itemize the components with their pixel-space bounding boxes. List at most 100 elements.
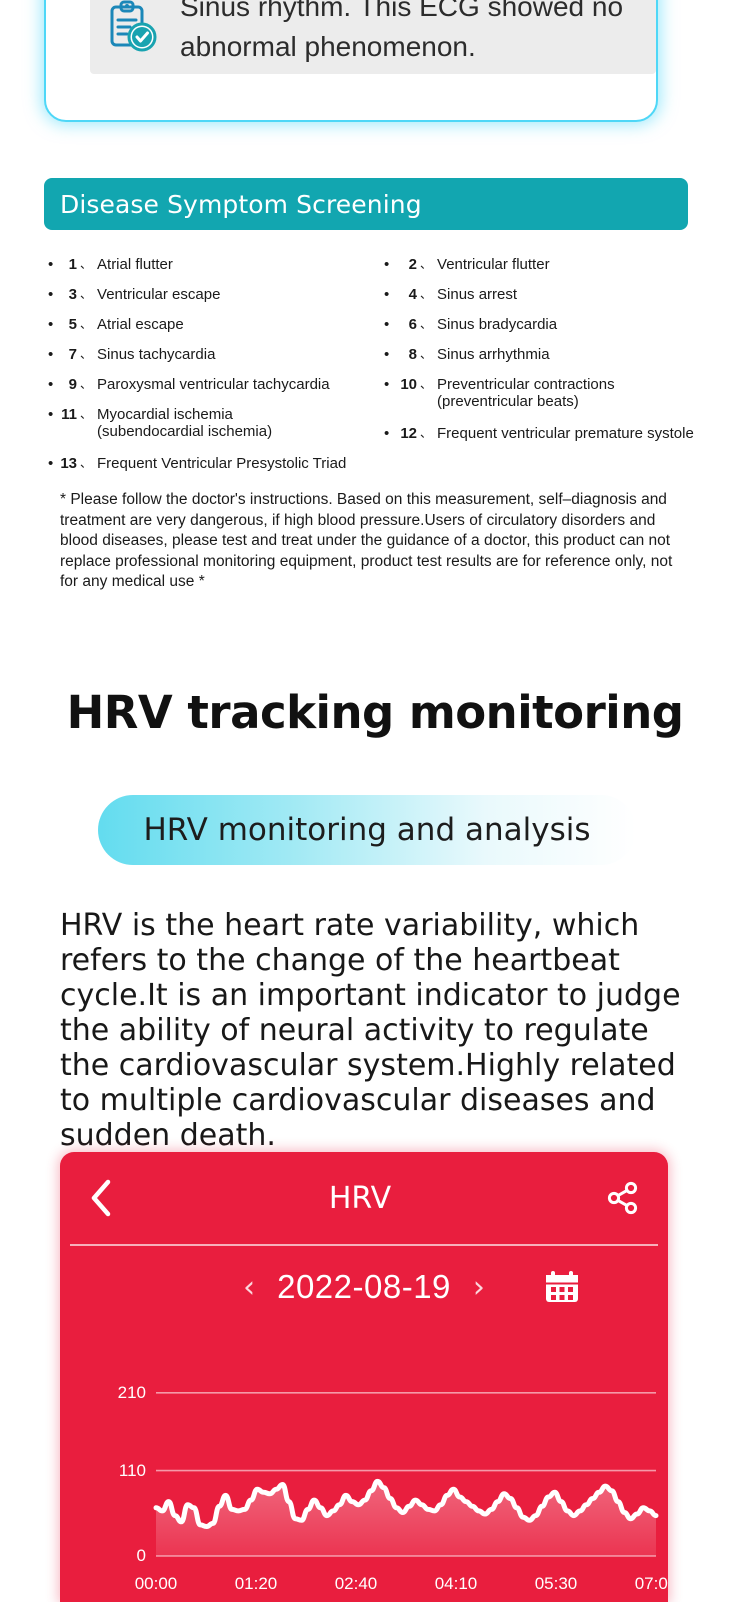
bullet-icon: •	[48, 346, 54, 363]
next-day-button[interactable]: ›	[451, 1270, 507, 1305]
symptom-label-line1: Myocardial ischemia	[97, 406, 233, 423]
calendar-icon[interactable]	[544, 1270, 580, 1304]
bullet-icon: •	[48, 406, 54, 423]
disease-symptom-screening-header: Disease Symptom Screening	[44, 178, 688, 230]
hrv-subtitle-label: HRV monitoring and analysis	[143, 812, 591, 848]
prev-day-button[interactable]: ‹	[221, 1270, 277, 1305]
screening-header-label: Disease Symptom Screening	[60, 189, 422, 219]
hrv-app-screen: HRV ‹ 2022-08-19 › 0 110 210 00:00 01:20…	[60, 1152, 668, 1602]
symptom-separator: 、	[420, 347, 433, 361]
symptom-separator: 、	[420, 257, 433, 271]
list-item: • 1 、 Atrial flutter	[48, 256, 388, 273]
symptom-label: Atrial escape	[97, 316, 184, 333]
symptom-label-line2: (preventricular beats)	[437, 393, 579, 410]
x-axis-tick: 07:00	[634, 1574, 668, 1593]
symptom-number: 7	[68, 346, 77, 363]
page-title: HRV tracking monitoring	[66, 686, 684, 739]
list-item: • 13 、 Frequent Ventricular Presystolic …	[48, 455, 388, 472]
symptom-label: Sinus arrest	[437, 286, 518, 303]
list-item: • 9 、 Paroxysmal ventricular tachycardia	[48, 376, 388, 393]
symptom-separator: 、	[80, 317, 93, 331]
current-date-label: 2022-08-19	[277, 1268, 451, 1305]
ecg-result-panel: Sinus rhythm. This ECG showed no abnorma…	[90, 0, 656, 74]
chevron-left-icon[interactable]	[88, 1178, 114, 1218]
bullet-icon: •	[384, 286, 390, 303]
list-item: • 2 、 Ventricular flutter	[384, 256, 714, 273]
symptom-label-line2: (subendocardial ischemia)	[97, 423, 273, 440]
bullet-icon: •	[384, 376, 390, 393]
list-item: • 5 、 Atrial escape	[48, 316, 388, 333]
symptom-number: 10	[400, 376, 417, 393]
symptom-column-left: • 1 、 Atrial flutter • 3 、 Ventricular e…	[48, 256, 388, 485]
symptom-label-line1: Preventricular contractions	[437, 376, 615, 393]
list-item: • 8 、 Sinus arrhythmia	[384, 346, 714, 363]
symptom-number: 13	[60, 455, 77, 472]
x-axis-tick: 00:00	[134, 1574, 178, 1593]
bullet-icon: •	[384, 346, 390, 363]
symptom-number: 6	[408, 316, 417, 333]
symptom-label: Paroxysmal ventricular tachycardia	[97, 376, 330, 393]
hrv-chart[interactable]: 0 110 210 00:00 01:20 02:40 04:10 05:30 07:00	[60, 1328, 668, 1600]
symptom-label: Ventricular flutter	[437, 256, 550, 273]
symptom-number: 12	[400, 425, 417, 442]
symptom-label: Frequent Ventricular Presystolic Triad	[97, 455, 347, 472]
bullet-icon: •	[48, 455, 54, 472]
y-axis-tick: 210	[117, 1382, 146, 1402]
symptom-label: Sinus arrhythmia	[437, 346, 550, 363]
symptom-number: 9	[68, 376, 77, 393]
symptom-label: Sinus bradycardia	[437, 316, 558, 333]
y-axis-tick: 110	[118, 1460, 146, 1480]
symptom-number: 3	[68, 286, 77, 303]
list-item: • 7 、 Sinus tachycardia	[48, 346, 388, 363]
list-item: • 4 、 Sinus arrest	[384, 286, 714, 303]
clipboard-check-icon	[106, 0, 158, 55]
symptom-label: Myocardial ischemia (subendocardial isch…	[97, 406, 272, 440]
list-item: • 12 、 Frequent ventricular premature sy…	[384, 425, 714, 442]
symptom-separator: 、	[80, 377, 93, 391]
symptom-number: 1	[68, 256, 77, 273]
symptom-label: Atrial flutter	[97, 256, 173, 273]
x-axis-tick: 05:30	[534, 1574, 578, 1593]
bullet-icon: •	[48, 376, 54, 393]
app-header-bar: HRV	[60, 1152, 668, 1244]
symptom-separator: 、	[80, 257, 93, 271]
bullet-icon: •	[48, 256, 54, 273]
symptom-label: Frequent ventricular premature systole	[437, 425, 694, 442]
symptom-separator: 、	[80, 407, 93, 421]
symptom-separator: 、	[80, 287, 93, 301]
symptom-separator: 、	[420, 426, 433, 440]
hrv-description: HRV is the heart rate variability, which…	[60, 908, 681, 1153]
symptom-number: 11	[61, 406, 77, 423]
x-axis-tick: 04:10	[434, 1574, 478, 1593]
bullet-icon: •	[48, 286, 54, 303]
symptom-separator: 、	[80, 347, 93, 361]
chart-area	[156, 1481, 656, 1556]
list-item: • 3 、 Ventricular escape	[48, 286, 388, 303]
symptom-number: 4	[408, 286, 417, 303]
list-item: • 10 、 Preventricular contractions (prev…	[384, 376, 714, 410]
app-title: HRV	[328, 1180, 392, 1216]
ecg-result-card: Sinus rhythm. This ECG showed no abnorma…	[44, 0, 658, 122]
symptom-number: 2	[408, 256, 417, 273]
bullet-icon: •	[384, 256, 390, 273]
bullet-icon: •	[384, 425, 390, 442]
x-axis-tick: 02:40	[334, 1574, 378, 1593]
share-icon[interactable]	[606, 1181, 640, 1215]
date-navigation: ‹ 2022-08-19 ›	[60, 1246, 668, 1328]
bullet-icon: •	[48, 316, 54, 333]
symptom-label: Ventricular escape	[97, 286, 221, 303]
symptom-label: Preventricular contractions (preventricu…	[437, 376, 615, 410]
symptom-separator: 、	[420, 377, 433, 391]
symptom-column-right: • 2 、 Ventricular flutter • 4 、 Sinus ar…	[384, 256, 714, 455]
hrv-subtitle-pill: HRV monitoring and analysis	[98, 795, 636, 865]
symptom-separator: 、	[420, 287, 433, 301]
symptom-number: 5	[68, 316, 77, 333]
symptom-label: Sinus tachycardia	[97, 346, 216, 363]
bullet-icon: •	[384, 316, 390, 333]
medical-disclaimer: * Please follow the doctor's instruction…	[60, 491, 673, 590]
symptom-separator: 、	[420, 317, 433, 331]
symptom-number: 8	[408, 346, 417, 363]
symptom-separator: 、	[80, 456, 93, 470]
ecg-result-text: Sinus rhythm. This ECG showed no abnorma…	[180, 0, 624, 62]
list-item: • 11 、 Myocardial ischemia (subendocardi…	[48, 406, 388, 440]
